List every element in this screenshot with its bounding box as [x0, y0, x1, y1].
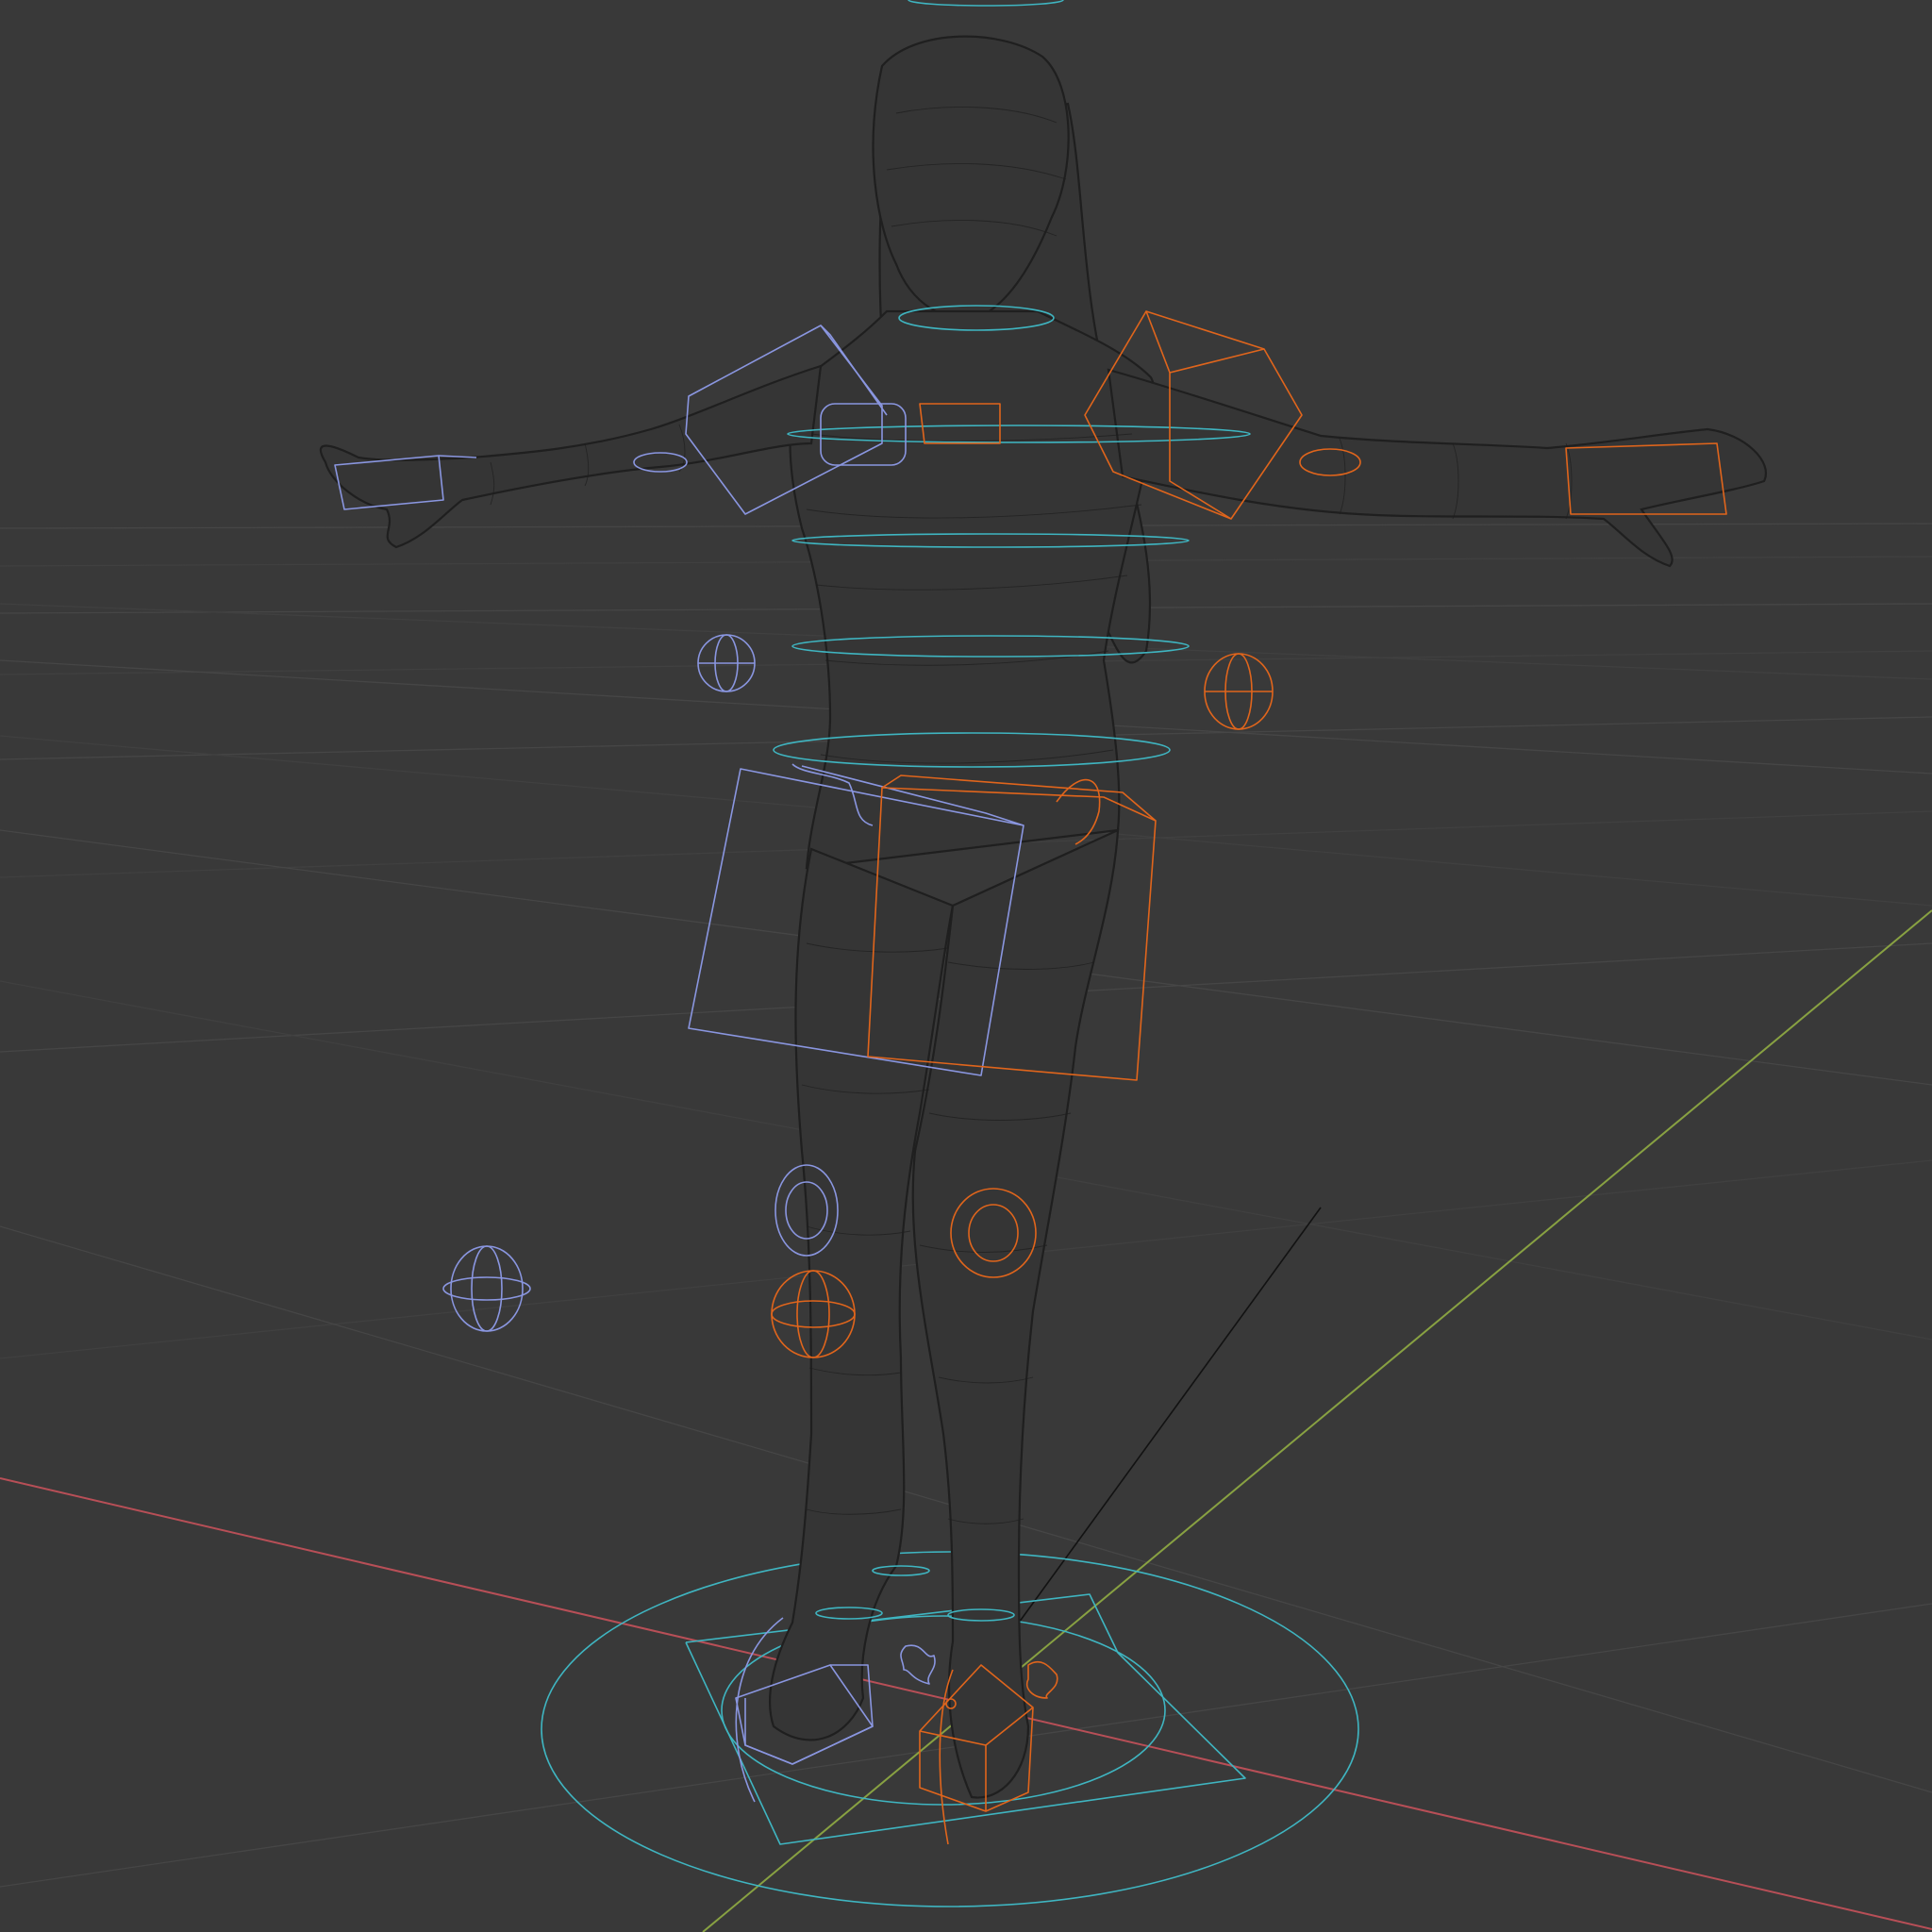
knee-pole-left [442, 1245, 531, 1332]
character-mesh[interactable] [319, 35, 1767, 1799]
head-ring-top [908, 0, 1064, 7]
bone-pole-line [1018, 1207, 1322, 1624]
hand-control-left-edge [438, 455, 477, 458]
elbow-pole-left [697, 634, 756, 692]
toe-pivot-left [900, 1644, 936, 1685]
torso-mesh [789, 309, 1158, 870]
3d-viewport[interactable] [0, 0, 1932, 1932]
viewport-canvas[interactable] [0, 0, 1932, 1932]
leg-right-mesh [911, 828, 1120, 1799]
arm-left-mesh [319, 364, 823, 549]
arm-right-mesh [1107, 368, 1767, 568]
root-circle-outer [541, 1551, 1359, 1907]
elbow-pole-right [1204, 653, 1274, 730]
toe-pivot-right [1026, 1660, 1058, 1699]
shoulder-control-right-edge-2 [1169, 348, 1265, 374]
